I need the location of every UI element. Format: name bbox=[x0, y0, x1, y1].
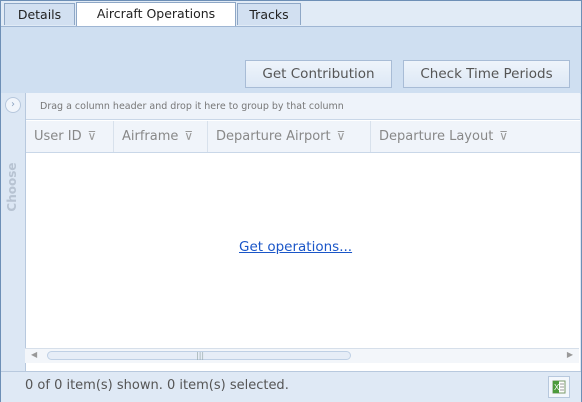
column-header-departure-airport[interactable]: Departure Airport ⊽ bbox=[208, 121, 371, 152]
horizontal-scrollbar[interactable]: ◀ ||| ▶ bbox=[25, 348, 579, 363]
filter-icon[interactable]: ⊽ bbox=[499, 129, 508, 143]
chevron-right-icon[interactable]: › bbox=[5, 97, 21, 113]
column-header-airframe[interactable]: Airframe ⊽ bbox=[114, 121, 208, 152]
column-header-label: Departure Airport bbox=[216, 129, 331, 144]
column-header-user-id[interactable]: User ID ⊽ bbox=[26, 121, 114, 152]
scrollbar-thumb[interactable]: ||| bbox=[47, 351, 351, 360]
scroll-right-icon[interactable]: ▶ bbox=[567, 350, 573, 359]
choose-columns-label[interactable]: Choose Columns bbox=[2, 132, 39, 242]
group-by-panel[interactable]: Drag a column header and drop it here to… bbox=[26, 93, 580, 120]
filter-icon[interactable]: ⊽ bbox=[88, 129, 97, 143]
tab-details[interactable]: Details bbox=[4, 3, 75, 25]
tab-strip: Details Aircraft Operations Tracks bbox=[1, 1, 581, 26]
grip-icon: ||| bbox=[196, 351, 205, 360]
toolbar: Get Contribution Check Time Periods bbox=[1, 26, 581, 94]
status-text: 0 of 0 item(s) shown. 0 item(s) selected… bbox=[25, 378, 289, 393]
scroll-left-icon[interactable]: ◀ bbox=[31, 350, 37, 359]
column-header-departure-layout[interactable]: Departure Layout ⊽ bbox=[371, 121, 580, 152]
filter-icon[interactable]: ⊽ bbox=[184, 129, 193, 143]
grid-header: User ID ⊽ Airframe ⊽ Departure Airport ⊽ De… bbox=[26, 121, 580, 153]
operations-grid: Drag a column header and drop it here to… bbox=[25, 93, 580, 371]
window-frame: Details Aircraft Operations Tracks Get C… bbox=[0, 0, 582, 402]
column-header-label: Airframe bbox=[122, 129, 179, 144]
excel-export-icon[interactable]: X bbox=[548, 376, 570, 398]
check-time-periods-button[interactable]: Check Time Periods bbox=[403, 60, 570, 88]
choose-columns-panel: › Choose Columns bbox=[1, 93, 39, 371]
svg-text:X: X bbox=[554, 383, 560, 392]
status-bar: 0 of 0 item(s) shown. 0 item(s) selected… bbox=[1, 371, 581, 402]
get-contribution-button[interactable]: Get Contribution bbox=[245, 60, 392, 88]
column-header-label: Departure Layout bbox=[379, 129, 494, 144]
tab-aircraft-operations[interactable]: Aircraft Operations bbox=[76, 2, 236, 26]
tab-tracks[interactable]: Tracks bbox=[237, 3, 301, 25]
column-header-label: User ID bbox=[34, 129, 82, 144]
grid-body: Get operations... bbox=[26, 153, 580, 346]
filter-icon[interactable]: ⊽ bbox=[337, 129, 346, 143]
get-operations-link[interactable]: Get operations... bbox=[239, 239, 352, 255]
